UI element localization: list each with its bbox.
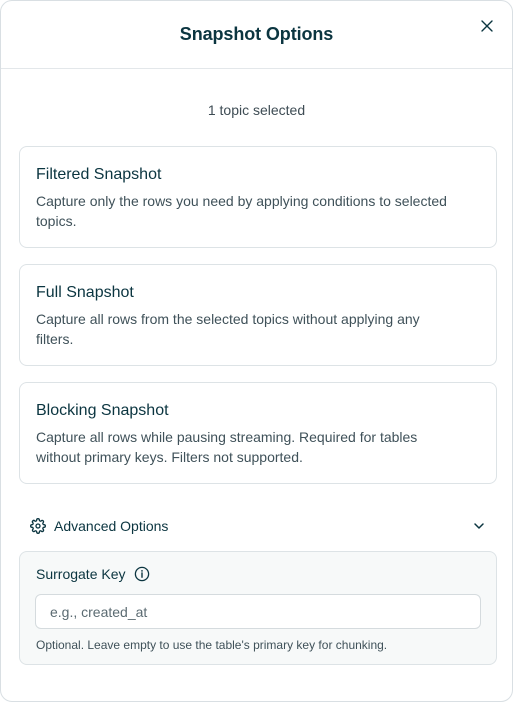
info-icon[interactable] bbox=[134, 566, 150, 582]
dialog-title: Snapshot Options bbox=[179, 24, 334, 44]
option-description: Capture only the rows you need by applyi… bbox=[36, 193, 447, 229]
advanced-options-label: Advanced Options bbox=[54, 518, 169, 534]
option-title: Full Snapshot bbox=[36, 284, 134, 301]
advanced-options-toggle[interactable]: Advanced Options bbox=[19, 513, 497, 539]
close-button[interactable] bbox=[476, 15, 498, 37]
surrogate-key-label: Surrogate Key bbox=[36, 566, 126, 582]
selected-topics-count: 1 topic selected bbox=[207, 102, 306, 118]
blocking-snapshot-option[interactable]: Blocking Snapshot Capture all rows while… bbox=[19, 382, 497, 484]
chevron-down-icon bbox=[474, 523, 484, 529]
filtered-snapshot-option[interactable]: Filtered Snapshot Capture only the rows … bbox=[19, 146, 497, 248]
advanced-options-panel: Surrogate Key Optional. Leave empty to u… bbox=[19, 551, 497, 665]
close-icon bbox=[481, 20, 493, 32]
dialog-header: Snapshot Options bbox=[1, 1, 512, 69]
option-title: Filtered Snapshot bbox=[36, 166, 162, 183]
surrogate-key-label-row: Surrogate Key bbox=[36, 566, 150, 582]
option-description: Capture all rows while pausing streaming… bbox=[36, 429, 418, 465]
option-title: Blocking Snapshot bbox=[36, 402, 169, 419]
snapshot-options-dialog: Snapshot Options 1 topic selected Filter… bbox=[0, 0, 513, 702]
gear-icon bbox=[30, 518, 46, 534]
surrogate-key-help-text: Optional. Leave empty to use the table's… bbox=[36, 638, 388, 652]
full-snapshot-option[interactable]: Full Snapshot Capture all rows from the … bbox=[19, 264, 497, 366]
option-description: Capture all rows from the selected topic… bbox=[36, 311, 420, 347]
surrogate-key-input[interactable] bbox=[35, 594, 481, 629]
